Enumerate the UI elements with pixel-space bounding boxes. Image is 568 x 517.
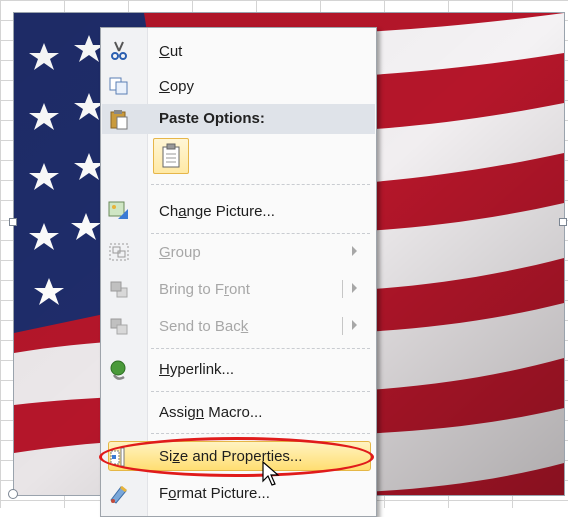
menu-item-hyperlink[interactable]: Hyperlink...: [102, 352, 375, 386]
format-picture-icon: [108, 483, 130, 504]
split-divider: [342, 280, 343, 298]
copy-icon: [108, 76, 130, 96]
menu-item-label: Bring to Front: [159, 280, 250, 298]
menu-item-label: Change Picture...: [159, 202, 275, 220]
submenu-arrow-icon: [352, 283, 357, 293]
menu-item-format-picture[interactable]: Format Picture...: [102, 476, 375, 510]
menu-separator: [151, 184, 370, 185]
change-picture-icon: [108, 201, 130, 221]
resize-handle-right[interactable]: [559, 218, 567, 226]
submenu-arrow-icon: [352, 320, 357, 330]
context-menu: Cut Copy Paste Options: Change Picture..…: [99, 27, 377, 517]
menu-item-send-to-back[interactable]: Send to Back: [102, 309, 375, 343]
menu-item-assign-macro[interactable]: Assign Macro...: [102, 395, 375, 429]
menu-item-change-picture[interactable]: Change Picture...: [102, 194, 375, 228]
paste-options-label: Paste Options:: [159, 110, 265, 127]
menu-item-label: Group: [159, 243, 201, 261]
scissors-icon: [108, 41, 130, 61]
annotation-ring: [99, 437, 374, 477]
resize-handle-bottom-left[interactable]: [8, 489, 18, 499]
resize-handle-left[interactable]: [9, 218, 17, 226]
menu-item-group[interactable]: Group: [102, 235, 375, 269]
mouse-cursor-icon: [262, 461, 280, 486]
menu-item-bring-to-front[interactable]: Bring to Front: [102, 272, 375, 306]
menu-item-label: Copy: [159, 77, 195, 95]
menu-item-label: Assign Macro...: [159, 403, 263, 421]
menu-item-label: Format Picture...: [159, 484, 270, 502]
paste-keep-formatting-button[interactable]: [153, 138, 189, 174]
menu-separator: [151, 348, 370, 349]
menu-item-label: Send to Back: [159, 317, 249, 335]
split-divider: [342, 317, 343, 335]
submenu-arrow-icon: [352, 246, 357, 256]
menu-separator: [151, 233, 370, 234]
menu-item-copy[interactable]: Copy: [102, 69, 375, 103]
menu-item-label: Cut: [159, 42, 183, 60]
clipboard-icon: [162, 143, 180, 168]
send-to-back-icon: [108, 316, 130, 336]
menu-item-label: Hyperlink...: [159, 360, 235, 378]
menu-separator: [151, 391, 370, 392]
menu-item-cut[interactable]: Cut: [102, 34, 375, 68]
menu-separator: [151, 433, 370, 434]
hyperlink-icon: [108, 359, 130, 380]
paste-icon: [108, 108, 130, 135]
group-icon: [108, 242, 130, 262]
bring-to-front-icon: [108, 279, 130, 299]
paste-options-header: Paste Options:: [102, 104, 375, 134]
